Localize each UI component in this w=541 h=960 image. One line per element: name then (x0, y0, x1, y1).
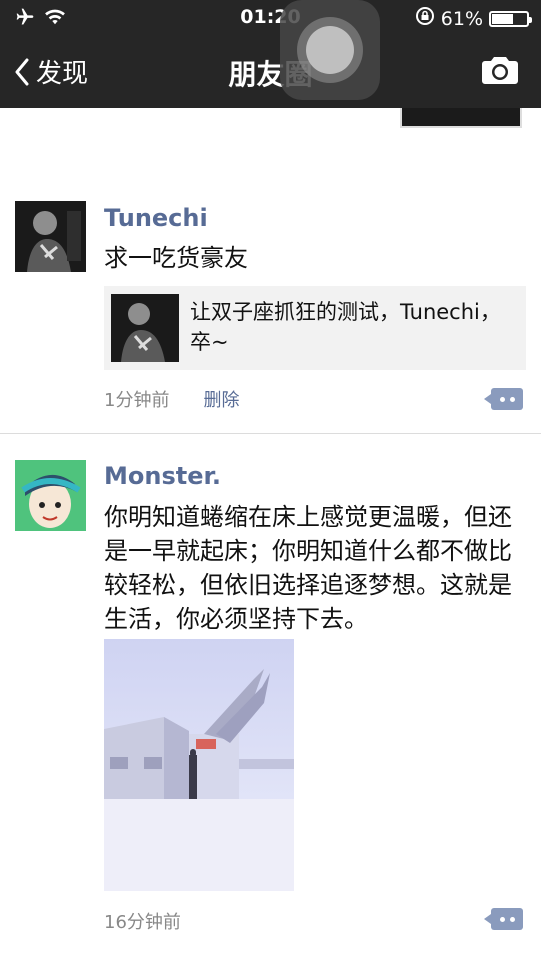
post-author[interactable]: Tunechi (104, 204, 208, 232)
divider (0, 433, 541, 434)
more-dots-icon (499, 396, 505, 402)
shared-link-card[interactable]: 让双子座抓狂的测试，Tunechi，卒~ (104, 286, 526, 370)
comment-button[interactable] (484, 908, 523, 930)
assistive-touch-button[interactable] (280, 0, 380, 100)
nav-bar: 发现 朋友圈 (0, 36, 541, 108)
moments-feed[interactable]: Tunechi 求一吃货豪友 让双子座抓狂的测试，Tunechi，卒~ 1分钟前… (0, 108, 541, 960)
battery-icon (489, 10, 532, 27)
post-text: 你明知道蜷缩在床上感觉更温暖，但还是一早就起床；你明知道什么都不做比较轻松，但依… (104, 503, 512, 633)
battery-percent: 61% (440, 7, 483, 30)
previous-post-image[interactable] (400, 108, 522, 128)
comment-button[interactable] (484, 388, 523, 410)
post-time: 16分钟前 (104, 912, 181, 933)
camera-icon[interactable] (481, 54, 519, 90)
status-bar: 01:20 61% (0, 0, 541, 36)
delete-link[interactable]: 删除 (203, 386, 239, 412)
avatar[interactable] (15, 460, 86, 531)
shared-link-thumbnail (111, 294, 179, 362)
avatar[interactable] (15, 201, 86, 272)
post-author[interactable]: Monster. (104, 462, 221, 490)
rotation-lock-icon (415, 6, 435, 31)
page-title: 朋友圈 (228, 58, 313, 91)
post-image[interactable] (104, 639, 294, 891)
post-time: 1分钟前 (104, 390, 170, 411)
shared-link-title: 让双子座抓狂的测试，Tunechi，卒~ (190, 300, 501, 354)
post-text: 求一吃货豪友 (104, 244, 248, 272)
more-dots-icon (499, 916, 505, 922)
